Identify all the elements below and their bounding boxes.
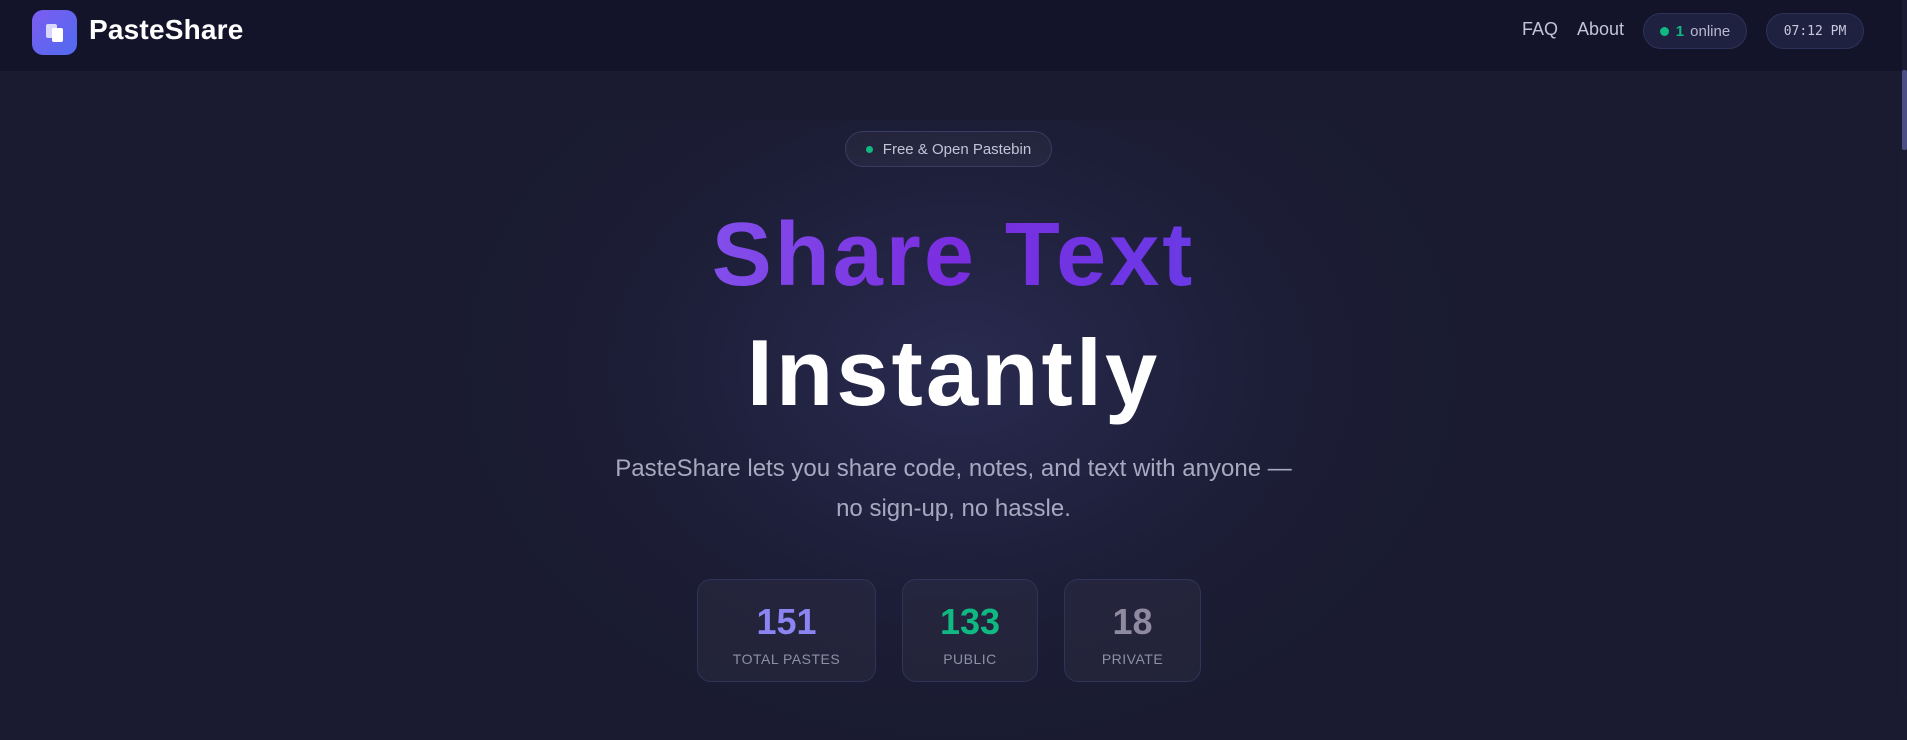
stat-label: TOTAL PASTES — [732, 651, 841, 667]
stat-card-total: 151 TOTAL PASTES — [697, 579, 876, 682]
logo[interactable] — [32, 10, 77, 55]
hero-subtitle-line1: PasteShare lets you share code, notes, a… — [615, 455, 1292, 482]
stat-card-private: 18 PRIVATE — [1064, 579, 1201, 682]
stat-card-public: 133 PUBLIC — [902, 579, 1038, 682]
stat-value: 18 — [1112, 601, 1153, 642]
hero-badge-label: Free & Open Pastebin — [882, 140, 1032, 158]
copy-icon — [45, 23, 63, 42]
nav-link-faq[interactable]: FAQ — [1522, 19, 1558, 40]
badge-dot-icon — [865, 145, 873, 153]
stat-label: PRIVATE — [1101, 651, 1164, 667]
stat-value: 133 — [939, 601, 1001, 642]
stat-label: PUBLIC — [943, 651, 997, 667]
clock-time: 07:12 PM — [1783, 23, 1847, 39]
hero-subtitle-line2: no sign-up, no hassle. — [836, 495, 1071, 522]
top-navbar: PasteShare FAQ About 1 online 07:12 PM — [0, 0, 1907, 71]
scrollbar-thumb[interactable] — [1902, 70, 1907, 150]
hero-title-line1: Share Text — [0, 210, 1907, 300]
clock-badge: 07:12 PM — [1766, 13, 1864, 49]
brand-name[interactable]: PasteShare — [89, 14, 244, 46]
online-label: online — [1690, 22, 1731, 40]
nav-link-about[interactable]: About — [1577, 19, 1624, 40]
hero-title-line2: Instantly — [746, 320, 1161, 425]
hero-badge: Free & Open Pastebin — [845, 131, 1052, 167]
online-status-icon — [1659, 26, 1669, 36]
online-indicator: 1 online — [1643, 13, 1747, 49]
online-count: 1 — [1675, 22, 1685, 40]
stat-value: 151 — [756, 601, 817, 642]
